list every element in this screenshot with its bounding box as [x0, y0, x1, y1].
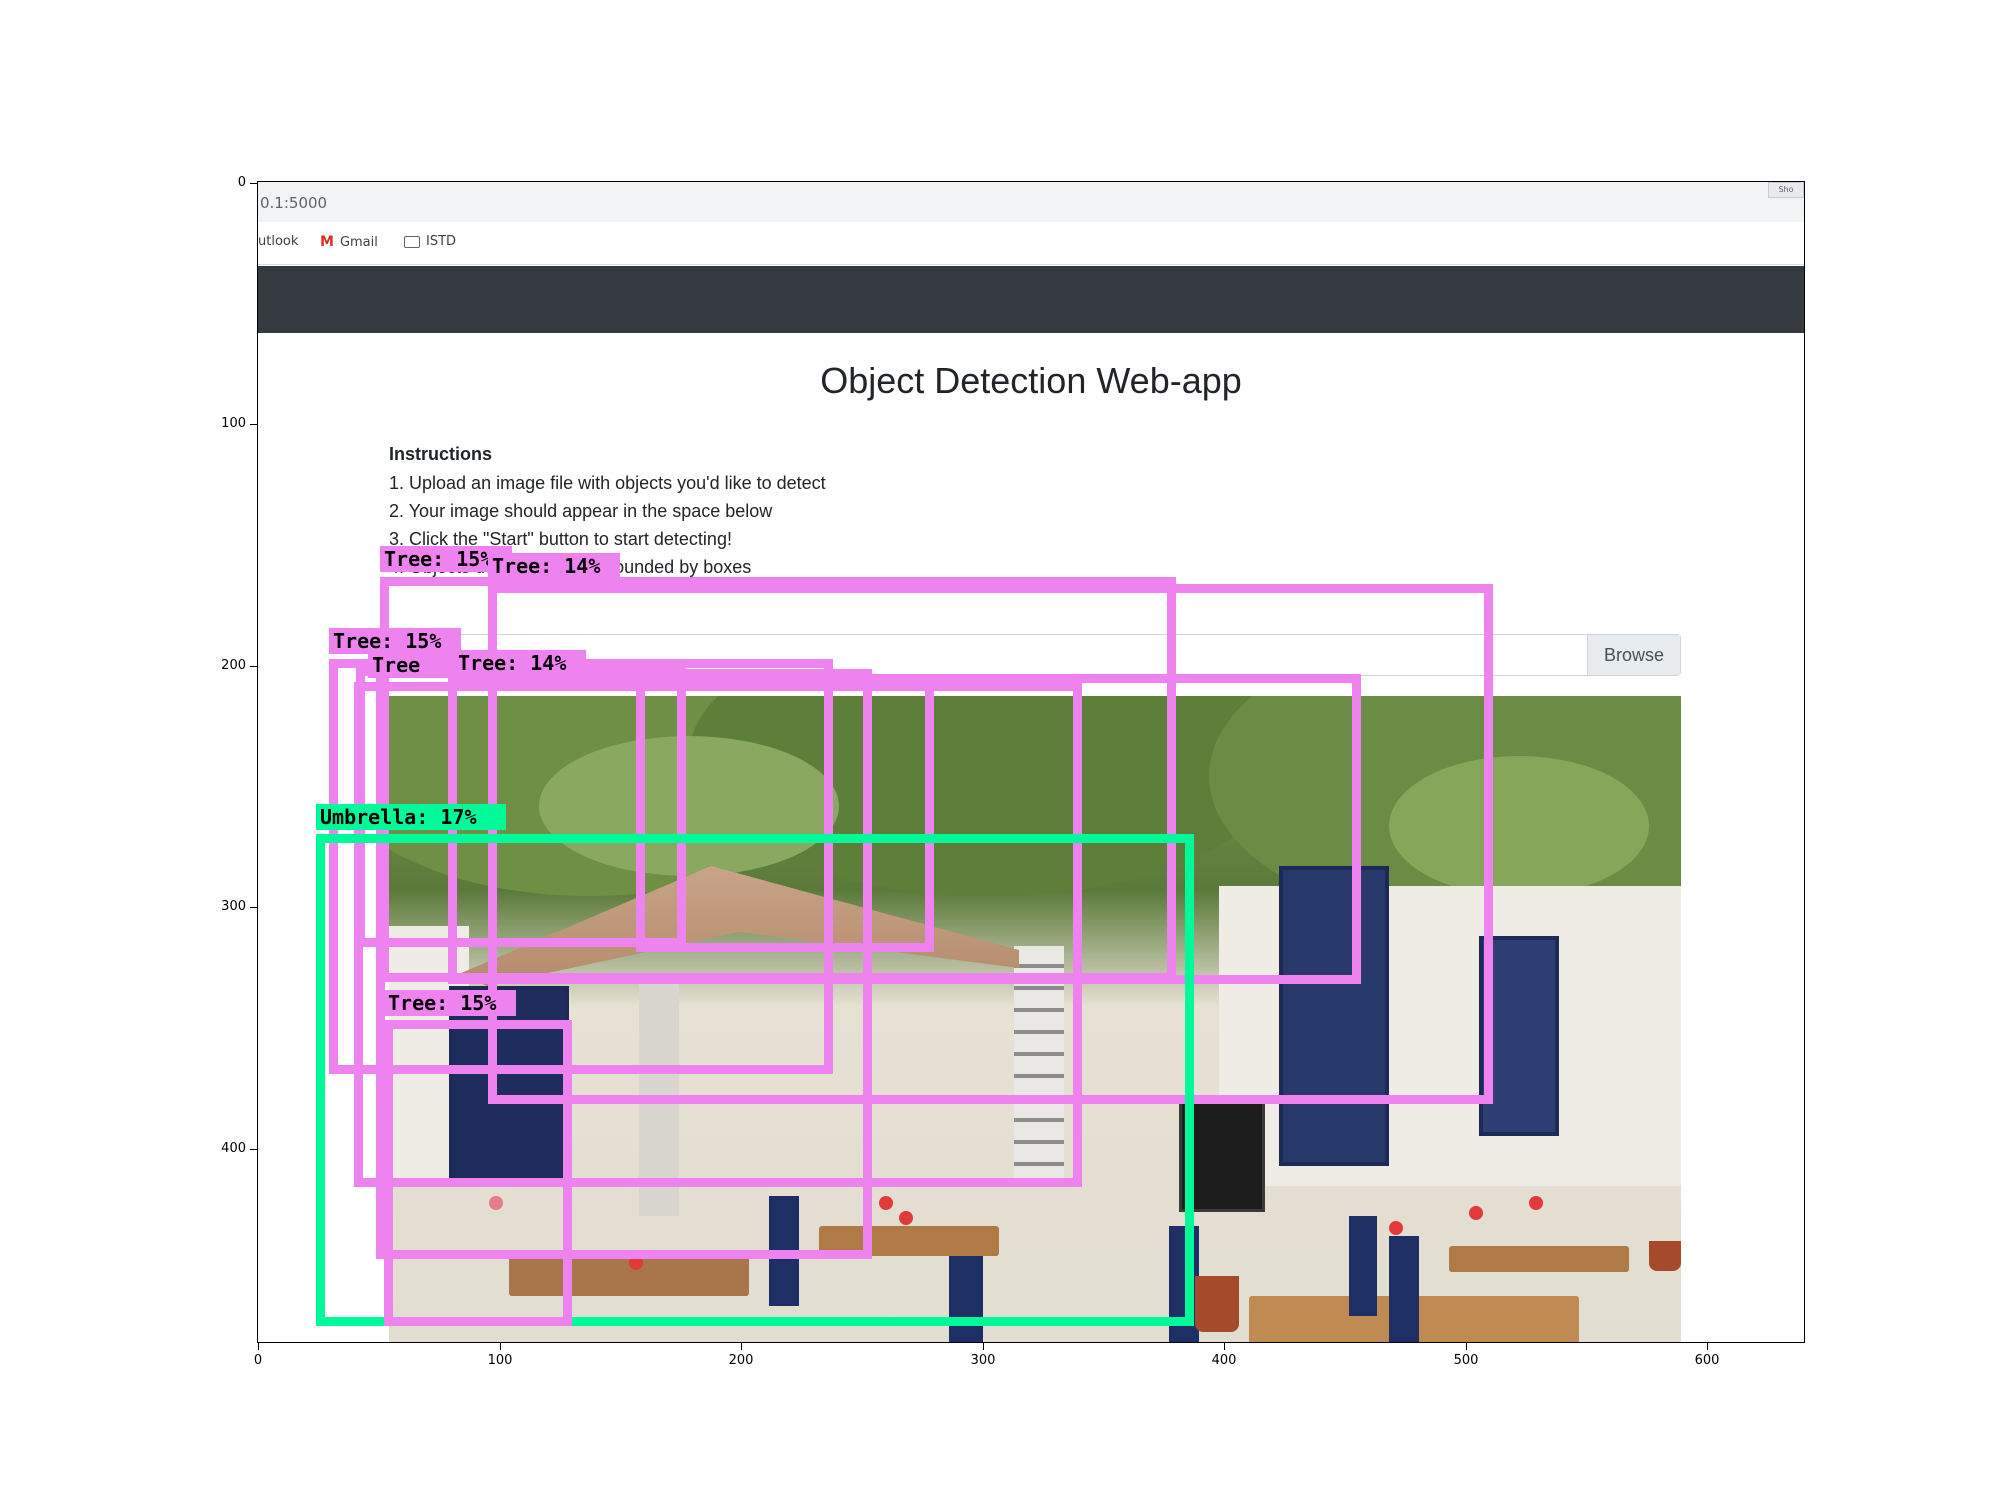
x-tick-label: 300: [970, 1353, 996, 1368]
flower: [1389, 1221, 1403, 1235]
y-tick-label: 300: [221, 899, 246, 914]
app-navbar: [258, 266, 1804, 333]
bookmark-bar: utlook M Gmail ISTD: [258, 222, 1804, 265]
bookmark-label: Gmail: [339, 234, 378, 250]
folder-icon: [404, 235, 420, 248]
gmail-icon: M: [320, 234, 334, 250]
instruction-step: 2. Your image should appear in the space…: [389, 501, 773, 521]
umbrella-label: Umbrella: 17%: [316, 804, 506, 830]
x-tick-label: 500: [1453, 1353, 1479, 1368]
page-title: Object Detection Web-app: [820, 360, 1242, 401]
bookmark-gmail[interactable]: M Gmail: [320, 234, 378, 250]
instructions-heading: Instructions: [389, 444, 493, 464]
y-tick: [250, 183, 257, 184]
tree-bounding-box: [384, 1020, 572, 1326]
y-tick-label: 100: [221, 416, 246, 431]
cafe-chair: [1349, 1216, 1377, 1316]
flower: [1529, 1196, 1543, 1210]
x-tick: [1707, 1343, 1708, 1350]
bookmark-outlook[interactable]: utlook: [258, 234, 298, 249]
flower-pot: [1195, 1276, 1239, 1332]
browse-button[interactable]: Browse: [1587, 635, 1680, 675]
flower: [1469, 1206, 1483, 1220]
bookmark-istd[interactable]: ISTD: [404, 234, 456, 249]
bookmark-label: utlook: [258, 234, 299, 249]
x-tick: [983, 1343, 984, 1350]
x-tick: [1466, 1343, 1467, 1350]
x-tick-label: 100: [487, 1353, 513, 1368]
tree-label-3: Tree: 15%: [329, 628, 461, 654]
x-tick: [258, 1343, 259, 1350]
y-tick: [250, 424, 257, 425]
window-corner-button[interactable]: Sho: [1768, 182, 1804, 198]
plot-area: 0.1:5000 Sho utlook M Gmail ISTD Object …: [257, 181, 1805, 1343]
y-tick-label: 200: [221, 658, 246, 673]
y-tick: [250, 1149, 257, 1150]
x-tick: [741, 1343, 742, 1350]
flower-pot: [1649, 1241, 1681, 1271]
y-tick-label: 400: [221, 1141, 246, 1156]
cafe-chair: [1389, 1236, 1419, 1342]
instruction-step: 1. Upload an image file with objects you…: [389, 473, 826, 493]
bookmark-label: ISTD: [426, 234, 457, 249]
x-tick-label: 200: [728, 1353, 754, 1368]
x-tick-label: 0: [253, 1353, 263, 1368]
url-text[interactable]: 0.1:5000: [260, 194, 327, 212]
x-tick-label: 600: [1694, 1353, 1720, 1368]
y-tick: [250, 907, 257, 908]
x-tick-label: 400: [1211, 1353, 1237, 1368]
tree-label-5: Tree: 14%: [454, 650, 586, 676]
x-tick: [1224, 1343, 1225, 1350]
y-tick-label: 0: [237, 175, 246, 190]
tree-label-2: Tree: 14%: [488, 553, 620, 579]
tree-label-6: Tree: 15%: [384, 990, 516, 1016]
x-tick: [500, 1343, 501, 1350]
y-tick: [250, 666, 257, 667]
browser-address-bar[interactable]: 0.1:5000 Sho: [258, 182, 1804, 222]
cafe-table: [1449, 1246, 1629, 1272]
